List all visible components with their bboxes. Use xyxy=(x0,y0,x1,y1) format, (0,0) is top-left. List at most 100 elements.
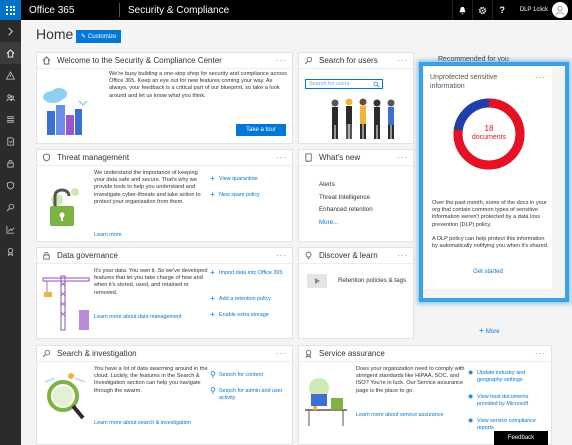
service-learn-more-link[interactable]: Learn more about service assurance xyxy=(356,412,444,418)
customize-button[interactable]: ✎ Customize xyxy=(76,30,122,43)
search-investigation-card: Search & investigation ··· You have a lo… xyxy=(36,345,293,445)
card-title: Data governance xyxy=(57,251,118,260)
add-retention-policy-link[interactable]: + Add a retention policy xyxy=(210,295,271,303)
nav-collapse[interactable] xyxy=(0,20,21,42)
search-icon xyxy=(304,56,314,66)
more-options-button[interactable]: ··· xyxy=(397,153,408,162)
card-title: Search for users xyxy=(319,56,378,65)
nav-data-governance[interactable] xyxy=(0,152,21,174)
more-options-button[interactable]: ··· xyxy=(276,153,287,162)
whats-new-item[interactable]: Alerts xyxy=(319,179,373,192)
whats-new-item[interactable]: Enhanced retention xyxy=(319,204,373,217)
search-users-input[interactable]: Search for users xyxy=(305,79,383,89)
search-for-content-link[interactable]: ⚲ Search for content xyxy=(210,371,263,379)
bell-icon xyxy=(459,6,466,15)
view-compliance-reports-link[interactable]: ◉ View service compliance reports xyxy=(468,418,547,432)
add-icon: + xyxy=(210,268,215,277)
ribbon-icon xyxy=(7,247,14,256)
card-title: Discover & learn xyxy=(319,251,378,260)
add-icon: + xyxy=(479,326,486,335)
more-options-button[interactable]: ··· xyxy=(276,56,287,65)
notifications-button[interactable] xyxy=(451,0,472,20)
search-learn-more-link[interactable]: Learn more about search & investigation xyxy=(94,420,191,426)
nav-service-assurance[interactable] xyxy=(0,240,21,262)
more-options-button[interactable]: ··· xyxy=(397,251,408,260)
divider xyxy=(119,3,120,17)
more-options-button[interactable]: ··· xyxy=(276,349,287,358)
card-title: Welcome to the Security & Compliance Cen… xyxy=(57,56,222,65)
whats-new-card: What's new ··· Alerts Threat Intelligenc… xyxy=(298,149,414,242)
user-name[interactable]: DLP 1click xyxy=(520,7,548,13)
discover-learn-card: Discover & learn ··· Retention policies … xyxy=(298,247,414,339)
service-text: Does your organization need to comply wi… xyxy=(356,366,465,394)
lock-icon xyxy=(7,159,14,168)
nav-reports[interactable] xyxy=(0,218,21,240)
whats-new-item[interactable]: Threat Intelligence xyxy=(319,192,373,205)
more-options-button[interactable]: ··· xyxy=(535,349,546,358)
nav-classifications[interactable] xyxy=(0,108,21,130)
waffle-icon xyxy=(6,5,15,15)
threat-learn-more-link[interactable]: Learn more xyxy=(94,232,122,238)
video-thumbnail xyxy=(307,274,327,288)
search-icon xyxy=(373,81,380,88)
user-avatar[interactable] xyxy=(552,2,568,18)
shield-icon xyxy=(42,153,52,163)
settings-button[interactable] xyxy=(471,0,492,20)
whats-new-list: Alerts Threat Intelligence Enhanced rete… xyxy=(319,179,373,229)
take-a-tour-button[interactable]: Take a tour xyxy=(236,124,286,136)
highlight-frame xyxy=(419,62,569,302)
governance-text: It's your data. You own it. So we've dev… xyxy=(94,268,208,296)
card-header: Welcome to the Security & Compliance Cen… xyxy=(37,53,292,69)
app-title: Security & Compliance xyxy=(128,4,230,16)
threat-text: We understand the importance of keeping … xyxy=(94,170,201,205)
view-quarantine-link[interactable]: + View quarantine xyxy=(210,175,258,183)
new-spam-policy-link[interactable]: + New spam policy xyxy=(210,191,260,199)
help-button[interactable]: ? xyxy=(491,0,512,20)
welcome-text: We're busy building a one-stop shop for … xyxy=(109,71,287,99)
city-illustration xyxy=(43,88,88,135)
import-data-link[interactable]: + Import data into Office 365 xyxy=(210,269,287,277)
update-industry-settings-link[interactable]: ◉ Update industry and geography settings xyxy=(468,370,547,384)
enable-extra-storage-link[interactable]: + Enable extra storage xyxy=(210,311,269,319)
add-icon: + xyxy=(210,294,215,303)
nav-search[interactable] xyxy=(0,196,21,218)
view-trust-documents-link[interactable]: ◉ View trust documents provided by Micros… xyxy=(468,394,547,408)
ribbon-icon xyxy=(304,349,314,359)
document-shield-icon xyxy=(7,136,15,146)
shield-icon xyxy=(6,180,15,190)
more-options-button[interactable]: ··· xyxy=(276,251,287,260)
search-users-card: Search for users ··· Search for users xyxy=(298,52,414,144)
nav-data-loss-prevention[interactable] xyxy=(0,130,21,152)
card-title: What's new xyxy=(319,153,361,162)
nav-alerts[interactable] xyxy=(0,64,21,86)
nav-permissions[interactable] xyxy=(0,86,21,108)
app-name[interactable]: Office 365 xyxy=(29,5,119,16)
eye-icon: ◉ xyxy=(468,418,474,424)
search-icon xyxy=(42,349,52,359)
card-header: Search & investigation ··· xyxy=(37,346,292,362)
desk-illustration xyxy=(305,378,347,426)
card-header: Discover & learn ··· xyxy=(299,248,413,264)
more-recommendations-link[interactable]: + More xyxy=(479,326,500,335)
nav-threat-management[interactable] xyxy=(0,174,21,196)
pencil-icon: ✎ xyxy=(81,34,87,40)
app-launcher-button[interactable] xyxy=(0,0,21,20)
gear-icon xyxy=(478,6,486,14)
home-icon xyxy=(6,48,15,58)
padlock-illustration xyxy=(50,188,79,226)
search-icon xyxy=(6,203,15,211)
data-governance-card: Data governance ··· It's your data. You … xyxy=(36,247,293,339)
card-title: Threat management xyxy=(57,153,130,162)
eye-icon: ◉ xyxy=(468,394,474,400)
whats-new-more-link[interactable]: More... xyxy=(319,217,373,230)
add-icon: + xyxy=(210,174,215,183)
search-admin-activity-link[interactable]: ⚲ Search for admin and user activity xyxy=(210,387,287,402)
nav-home[interactable] xyxy=(0,42,21,64)
retention-policies-link[interactable]: Retention policies & tags xyxy=(338,277,406,284)
add-icon: + xyxy=(210,310,215,319)
feedback-button[interactable]: Feedback xyxy=(494,431,548,445)
governance-learn-more-link[interactable]: Learn more about data management xyxy=(94,314,182,320)
search-icon: ⚲ xyxy=(210,386,216,395)
more-options-button[interactable]: ··· xyxy=(397,56,408,65)
page-title: Home xyxy=(36,26,74,42)
